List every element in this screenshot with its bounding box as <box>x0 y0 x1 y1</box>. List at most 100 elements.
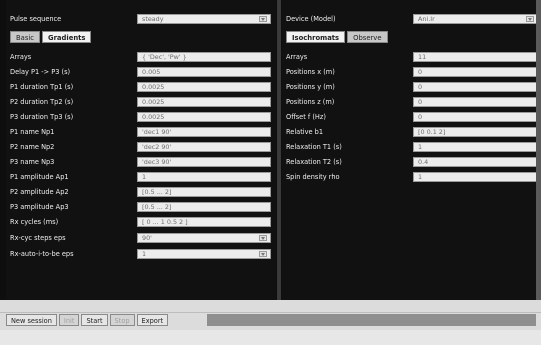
param-input[interactable]: 11 <box>413 52 538 62</box>
param-label: P3 name Np3 <box>10 158 55 166</box>
param-label: Relative b1 <box>286 128 324 136</box>
param-row: Positions x (m) 0 <box>282 66 541 78</box>
param-label: Delay P1 -> P3 (s) <box>10 68 71 76</box>
toolbar: New session Init Start Stop Export <box>6 314 169 326</box>
param-input[interactable]: [ 0 ... 1 0.5 2 ] <box>137 217 271 227</box>
param-row: Rx cycles (ms) [ 0 ... 1 0.5 2 ] <box>6 216 276 228</box>
pulse-sequence-row: Pulse sequence steady <box>6 13 276 25</box>
param-label: P1 amplitude Ap1 <box>10 173 69 181</box>
param-input[interactable]: 0.0025 <box>137 97 271 107</box>
param-label: Positions x (m) <box>286 68 335 76</box>
param-input[interactable]: 'dec2 90' <box>137 142 271 152</box>
param-label: P3 duration Tp3 (s) <box>10 113 74 121</box>
param-row: Arrays 11 <box>282 51 541 63</box>
param-row: P3 amplitude Ap3 [0.5 ... 2] <box>6 201 276 213</box>
param-label: Relaxation T1 (s) <box>286 143 342 151</box>
init-button[interactable]: Init <box>58 314 80 326</box>
pulse-sequence-panel: Pulse sequence steady Basic Gradients Ar… <box>6 0 276 300</box>
device-row: Device (Model) Ani.Ir <box>282 13 541 25</box>
param-row: Offset f (Hz) 0 <box>282 111 541 123</box>
param-label: P2 duration Tp2 (s) <box>10 98 74 106</box>
param-row: Relative b1 [0 0.1 2] <box>282 126 541 138</box>
param-label: P2 amplitude Ap2 <box>10 188 69 196</box>
param-input[interactable]: 'dec1 90' <box>137 127 271 137</box>
pulse-sequence-label: Pulse sequence <box>10 15 62 23</box>
device-panel: Device (Model) Ani.Ir Isochromats Observ… <box>282 0 541 300</box>
export-button[interactable]: Export <box>136 314 169 326</box>
param-select[interactable]: 1 <box>137 249 271 259</box>
param-row: Relaxation T2 (s) 0.4 <box>282 156 541 168</box>
footer-divider <box>0 312 541 313</box>
chevron-down-icon <box>526 16 534 22</box>
start-button[interactable]: Start <box>81 314 108 326</box>
param-row: P1 amplitude Ap1 1 <box>6 171 276 183</box>
param-label: P1 name Np1 <box>10 128 55 136</box>
tab-observe[interactable]: Observe <box>347 31 388 43</box>
param-input[interactable]: 0 <box>413 82 538 92</box>
param-input[interactable]: 1 <box>413 172 538 182</box>
param-row: Relaxation T1 (s) 1 <box>282 141 541 153</box>
param-label: Relaxation T2 (s) <box>286 158 342 166</box>
new-session-button[interactable]: New session <box>6 314 57 326</box>
param-label: Rx-cyc steps eps <box>10 234 66 242</box>
pulse-sequence-value: steady <box>142 15 164 23</box>
param-row: Rx-cyc steps eps 90' <box>6 232 276 244</box>
param-row: Positions y (m) 0 <box>282 81 541 93</box>
status-bar <box>207 314 536 326</box>
param-row: P2 duration Tp2 (s) 0.0025 <box>6 96 276 108</box>
param-input[interactable]: 0 <box>413 67 538 77</box>
param-row: P1 name Np1 'dec1 90' <box>6 126 276 138</box>
chevron-down-icon <box>259 251 267 257</box>
param-row: P3 duration Tp3 (s) 0.0025 <box>6 111 276 123</box>
device-value: Ani.Ir <box>418 15 435 23</box>
param-input[interactable]: 0.005 <box>137 67 271 77</box>
param-label: P3 amplitude Ap3 <box>10 203 69 211</box>
param-label: P1 duration Tp1 (s) <box>10 83 74 91</box>
param-row: Arrays { 'Dec', 'Pw' } <box>6 51 276 63</box>
param-label: Arrays <box>10 53 32 61</box>
param-input[interactable]: 1 <box>413 142 538 152</box>
param-select[interactable]: 90' <box>137 233 271 243</box>
tab-isochromats[interactable]: Isochromats <box>286 31 346 43</box>
param-select-value: 90' <box>142 234 152 242</box>
footer-bottom <box>0 330 541 345</box>
param-row: P1 duration Tp1 (s) 0.0025 <box>6 81 276 93</box>
tab-basic[interactable]: Basic <box>10 31 40 43</box>
param-label: Spin density rho <box>286 173 340 181</box>
param-input[interactable]: [0.5 ... 2] <box>137 202 271 212</box>
param-input[interactable]: 'dec3 90' <box>137 157 271 167</box>
chevron-down-icon <box>259 16 267 22</box>
stop-button[interactable]: Stop <box>109 314 135 326</box>
param-input[interactable]: [0.5 ... 2] <box>137 187 271 197</box>
param-label: Positions z (m) <box>286 98 335 106</box>
device-label: Device (Model) <box>286 15 336 23</box>
param-label: Arrays <box>286 53 308 61</box>
param-input[interactable]: 0.4 <box>413 157 538 167</box>
param-row: Spin density rho 1 <box>282 171 541 183</box>
param-row: P2 amplitude Ap2 [0.5 ... 2] <box>6 186 276 198</box>
window-edge <box>536 0 541 300</box>
param-row: P3 name Np3 'dec3 90' <box>6 156 276 168</box>
right-tabbar: Isochromats Observe <box>286 31 388 43</box>
param-label: Rx cycles (ms) <box>10 218 59 226</box>
param-input[interactable]: 0 <box>413 112 538 122</box>
device-select[interactable]: Ani.Ir <box>413 14 538 24</box>
param-row: Positions z (m) 0 <box>282 96 541 108</box>
param-label: Offset f (Hz) <box>286 113 326 121</box>
tab-gradients[interactable]: Gradients <box>42 31 92 43</box>
param-label: Rx-auto-i-to-be eps <box>10 250 74 258</box>
param-input[interactable]: 0.0025 <box>137 112 271 122</box>
panel-divider[interactable] <box>277 0 281 300</box>
param-input[interactable]: [0 0.1 2] <box>413 127 538 137</box>
left-tabbar: Basic Gradients <box>10 31 92 43</box>
param-row: Delay P1 -> P3 (s) 0.005 <box>6 66 276 78</box>
param-input[interactable]: 0 <box>413 97 538 107</box>
param-select-value: 1 <box>142 250 147 258</box>
param-row: P2 name Np2 'dec2 90' <box>6 141 276 153</box>
param-input[interactable]: 1 <box>137 172 271 182</box>
param-input[interactable]: { 'Dec', 'Pw' } <box>137 52 271 62</box>
param-label: Positions y (m) <box>286 83 335 91</box>
pulse-sequence-select[interactable]: steady <box>137 14 271 24</box>
param-input[interactable]: 0.0025 <box>137 82 271 92</box>
param-row: Rx-auto-i-to-be eps 1 <box>6 248 276 260</box>
